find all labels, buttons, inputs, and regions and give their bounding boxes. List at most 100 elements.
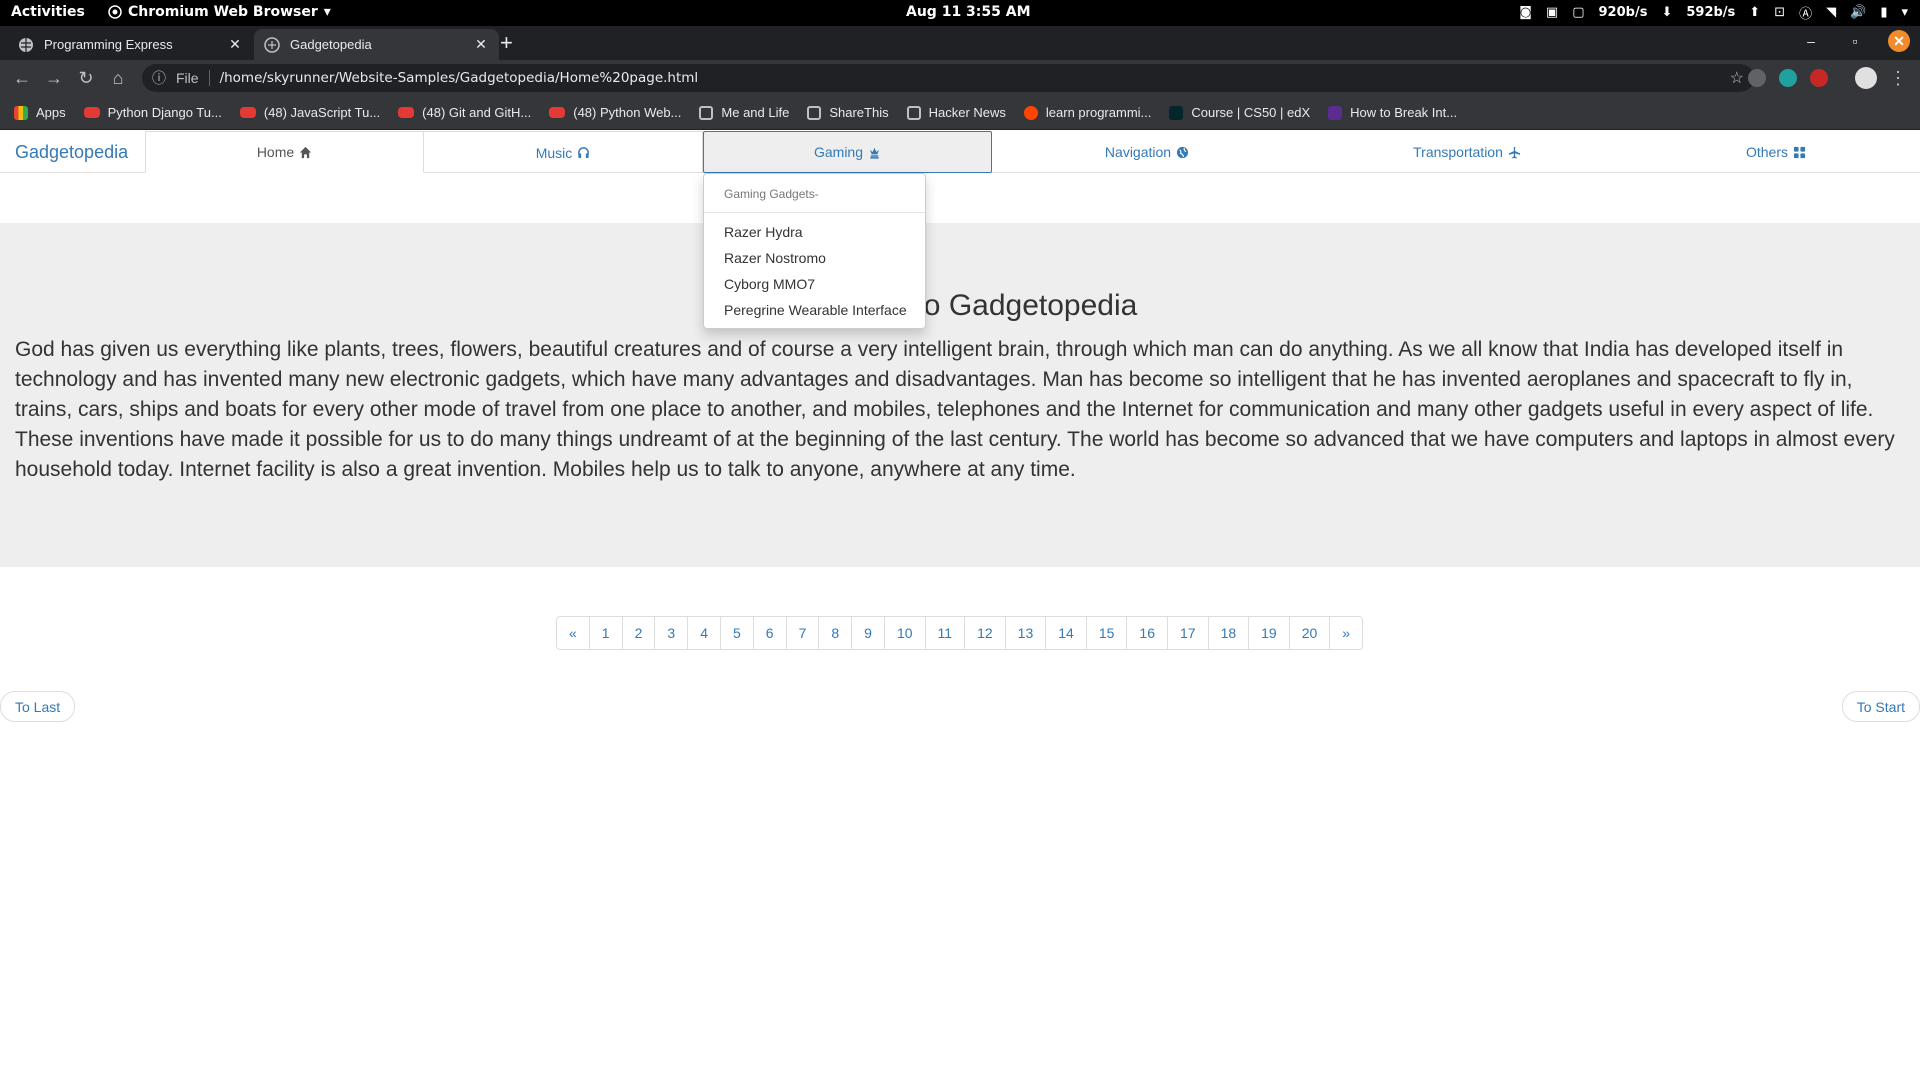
to-start-button[interactable]: To Start xyxy=(1841,691,1920,722)
screen-icon[interactable]: ▣ xyxy=(1546,5,1558,20)
pagination-page[interactable]: 9 xyxy=(851,617,884,649)
dropdown-item-razer-nostromo[interactable]: Razer Nostromo xyxy=(724,250,826,266)
pagination-page[interactable]: 2 xyxy=(621,617,655,649)
app-menu[interactable]: Chromium Web Browser ▾ xyxy=(108,4,331,20)
globe-icon xyxy=(264,36,280,53)
menu-kebab-icon[interactable]: ⋮ xyxy=(1888,68,1908,88)
pagination: «1 2 3 4 5 6 7 8 9 10 11 12 13 14 15 16 17 18 19 20» xyxy=(556,616,1364,650)
power-menu-icon[interactable]: ▾ xyxy=(1901,5,1908,20)
chess-king-icon xyxy=(869,147,880,159)
display-icon[interactable]: ▢ xyxy=(1572,5,1584,20)
pagination-next[interactable]: » xyxy=(1329,617,1362,649)
pagination-page[interactable]: 7 xyxy=(785,617,819,649)
nav-tab-music[interactable]: Music xyxy=(424,131,703,173)
address-bar[interactable]: ⓘ File /home/skyrunner/Website-Samples/G… xyxy=(142,64,1754,92)
pagination-page[interactable]: 4 xyxy=(687,617,720,649)
pagination-page[interactable]: 12 xyxy=(964,617,1005,649)
pagination-page[interactable]: 8 xyxy=(818,617,851,649)
pagination-page[interactable]: 18 xyxy=(1207,617,1249,649)
tab-programming-express[interactable]: Programming Express ✕ xyxy=(8,29,253,60)
nav-label: Gaming xyxy=(813,144,864,160)
dropdown-header: Gaming Gadgets- xyxy=(724,187,819,201)
pagination-page[interactable]: 16 xyxy=(1126,617,1167,649)
back-arrow-icon[interactable]: ← xyxy=(12,68,32,88)
reload-icon[interactable]: ↻ xyxy=(76,68,96,88)
dropdown-item-cyborg-mmo7[interactable]: Cyborg MMO7 xyxy=(724,276,815,292)
forward-arrow-icon[interactable]: → xyxy=(44,68,64,88)
nav-tab-navigation[interactable]: Navigation xyxy=(992,131,1302,173)
pagination-page[interactable]: 17 xyxy=(1166,617,1208,649)
maximize-icon[interactable]: ▫ xyxy=(1844,30,1866,52)
discord-icon[interactable]: ◙ xyxy=(1519,5,1532,20)
bookmark-item[interactable]: (48) Python Web... xyxy=(549,105,681,120)
pagination-page[interactable]: 10 xyxy=(883,617,925,649)
bookmark-label: (48) Python Web... xyxy=(573,105,682,120)
site-brand[interactable]: Gadgetopedia xyxy=(15,142,128,163)
headphones-icon xyxy=(578,147,590,159)
wifi-icon[interactable]: ◥ xyxy=(1826,5,1836,20)
nav-tab-gaming[interactable]: Gaming xyxy=(703,131,992,173)
clock[interactable]: Aug 11 3:55 AM xyxy=(906,4,1031,20)
home-icon[interactable]: ⌂ xyxy=(108,68,128,88)
net-down-speed: 920b/s xyxy=(1598,5,1648,20)
bookmark-item[interactable]: Course | CS50 | edX xyxy=(1169,105,1310,120)
tab-title: Gadgetopedia xyxy=(290,37,372,52)
dropdown-item-peregrine[interactable]: Peregrine Wearable Interface xyxy=(724,302,907,318)
pagination-page[interactable]: 19 xyxy=(1248,617,1289,649)
youtube-icon xyxy=(239,107,256,118)
system-tray[interactable]: ◙ ▣ ▢ 920b/s ⬇ 592b/s ⬆ ⊡ Ⓐ ◥ 🔊 ▮ ▾ xyxy=(1519,3,1908,22)
pagination-page[interactable]: 5 xyxy=(719,617,753,649)
bookmark-star-icon[interactable]: ☆ xyxy=(1730,68,1744,88)
bookmark-label: How to Break Int... xyxy=(1350,105,1458,120)
pagination-page[interactable]: 13 xyxy=(1004,617,1046,649)
tab-gadgetopedia[interactable]: Gadgetopedia ✕ xyxy=(254,29,499,60)
pagination-page[interactable]: 11 xyxy=(924,617,965,649)
volume-icon[interactable]: 🔊 xyxy=(1850,5,1866,20)
bookmark-item[interactable]: Hacker News xyxy=(906,105,1006,120)
jumbotron-text: God has given us everything like plants,… xyxy=(15,338,1895,481)
arrow-down-icon: ⬇ xyxy=(1661,5,1673,20)
extension-m-icon[interactable] xyxy=(1779,69,1797,87)
pagination-page[interactable]: 14 xyxy=(1045,617,1086,649)
bookmark-label: learn programmi... xyxy=(1045,105,1152,120)
dropdown-item-razer-hydra[interactable]: Razer Hydra xyxy=(724,224,803,240)
youtube-icon xyxy=(549,107,566,118)
close-icon[interactable]: ✕ xyxy=(227,36,243,53)
pagination-page[interactable]: 20 xyxy=(1288,617,1330,649)
tab-title: Programming Express xyxy=(44,37,173,52)
activities-button[interactable]: Activities xyxy=(11,4,85,20)
bookmark-item[interactable]: (48) Git and GitH... xyxy=(398,105,531,120)
bookmark-item[interactable]: Python Django Tu... xyxy=(83,105,222,120)
pagination-prev[interactable]: « xyxy=(557,617,589,649)
apps-grid-icon xyxy=(14,105,28,120)
nav-label: Others xyxy=(1745,144,1788,160)
pagination-page[interactable]: 15 xyxy=(1085,617,1127,649)
bookmark-item[interactable]: (48) JavaScript Tu... xyxy=(239,105,380,120)
url-text[interactable]: /home/skyrunner/Website-Samples/Gadgetop… xyxy=(220,70,699,86)
pagination-page[interactable]: 1 xyxy=(588,617,622,649)
minimize-icon[interactable]: – xyxy=(1800,30,1822,52)
nav-tab-transportation[interactable]: Transportation xyxy=(1302,131,1632,173)
nav-tab-others[interactable]: Others xyxy=(1632,131,1920,173)
keyboard-layout-icon[interactable]: Ⓐ xyxy=(1799,3,1812,22)
close-window-icon[interactable]: ✕ xyxy=(1888,30,1910,52)
bookmark-item[interactable]: ShareThis xyxy=(807,105,889,120)
pagination-page[interactable]: 6 xyxy=(752,617,786,649)
arrow-up-icon: ⬆ xyxy=(1749,5,1761,20)
bookmark-apps[interactable]: Apps xyxy=(14,105,66,120)
extension-ublock-icon[interactable] xyxy=(1810,69,1828,87)
bookmark-item[interactable]: How to Break Int... xyxy=(1328,105,1457,120)
bookmark-item[interactable]: Me and Life xyxy=(699,105,789,120)
extension-search-icon[interactable] xyxy=(1748,69,1766,87)
new-tab-button[interactable]: + xyxy=(500,32,513,54)
battery-icon[interactable]: ▮ xyxy=(1880,5,1887,20)
close-icon[interactable]: ✕ xyxy=(473,36,489,53)
info-icon[interactable]: ⓘ xyxy=(152,68,166,88)
workspace-icon[interactable]: ⊡ xyxy=(1774,5,1785,20)
nav-tab-home[interactable]: Home xyxy=(145,131,424,173)
profile-avatar[interactable] xyxy=(1855,67,1877,89)
to-last-button[interactable]: To Last xyxy=(0,691,76,722)
bookmark-item[interactable]: learn programmi... xyxy=(1023,105,1152,120)
net-up-speed: 592b/s xyxy=(1686,5,1736,20)
pagination-page[interactable]: 3 xyxy=(654,617,687,649)
